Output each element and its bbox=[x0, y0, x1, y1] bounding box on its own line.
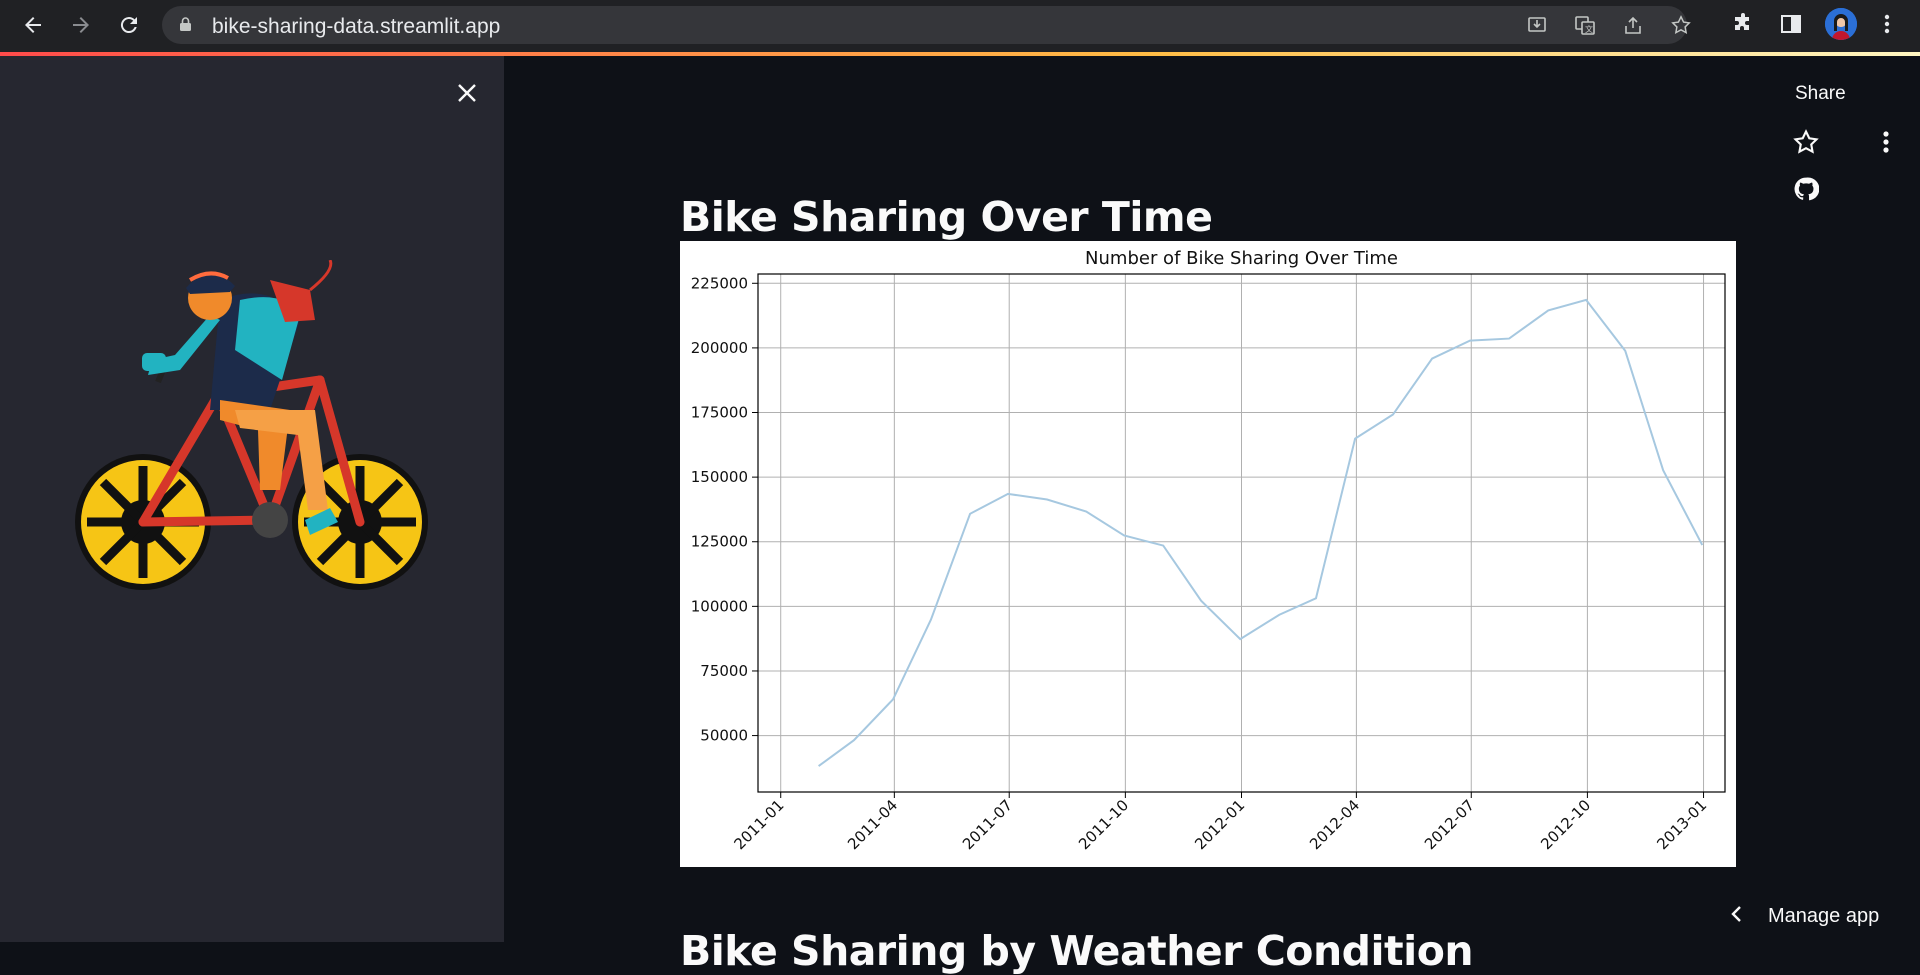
y-tick-label: 50000 bbox=[700, 727, 748, 745]
y-tick-label: 150000 bbox=[691, 468, 748, 486]
share-button[interactable]: Share bbox=[1795, 83, 1846, 105]
back-arrow-icon[interactable] bbox=[18, 10, 48, 40]
more-vert-icon[interactable] bbox=[1876, 128, 1896, 156]
manage-app-button[interactable]: Manage app bbox=[1730, 903, 1879, 929]
manage-app-label: Manage app bbox=[1768, 904, 1880, 927]
x-tick-label: 2013-01 bbox=[1653, 796, 1710, 853]
series-line bbox=[818, 298, 1704, 767]
svg-text:文: 文 bbox=[1585, 24, 1593, 34]
reload-icon[interactable] bbox=[114, 10, 144, 40]
x-tick-label: 2011-04 bbox=[844, 796, 901, 853]
x-tick-label: 2012-07 bbox=[1421, 796, 1478, 853]
y-tick-label: 75000 bbox=[700, 662, 748, 680]
translate-icon[interactable]: 文 bbox=[1574, 14, 1596, 36]
lock-icon bbox=[180, 17, 191, 31]
page-title: Bike Sharing Over Time bbox=[680, 193, 1213, 242]
x-tick-label: 2012-01 bbox=[1191, 796, 1248, 853]
browser-toolbar: bike-sharing-data.streamlit.app 文 bbox=[0, 0, 1920, 56]
x-tick-label: 2012-10 bbox=[1537, 796, 1594, 853]
y-tick-label: 200000 bbox=[691, 339, 748, 357]
github-icon[interactable] bbox=[1793, 176, 1820, 202]
profile-avatar[interactable] bbox=[1825, 8, 1857, 40]
chevron-left-icon bbox=[1730, 903, 1742, 929]
url-text: bike-sharing-data.streamlit.app bbox=[212, 15, 501, 38]
install-icon[interactable] bbox=[1526, 14, 1548, 36]
y-tick-label: 225000 bbox=[691, 274, 748, 292]
extensions-icon[interactable] bbox=[1730, 12, 1756, 38]
x-tick-label: 2011-07 bbox=[959, 796, 1016, 853]
line-chart: Number of Bike Sharing Over Time 50000 750… bbox=[680, 241, 1736, 867]
x-tick-label: 2011-10 bbox=[1075, 796, 1132, 853]
forward-arrow-icon[interactable] bbox=[66, 10, 96, 40]
x-tick-label: 2011-01 bbox=[730, 796, 787, 853]
chart-title: Number of Bike Sharing Over Time bbox=[1085, 248, 1398, 269]
close-icon[interactable] bbox=[452, 80, 482, 110]
cyclist-illustration bbox=[75, 260, 428, 590]
address-bar[interactable]: bike-sharing-data.streamlit.app 文 bbox=[162, 6, 1691, 44]
star-icon[interactable] bbox=[1792, 128, 1820, 156]
bookmark-star-icon[interactable] bbox=[1670, 14, 1692, 36]
chrome-menu-icon[interactable] bbox=[1874, 12, 1900, 38]
chart-svg: Number of Bike Sharing Over Time 50000 750… bbox=[691, 248, 1726, 853]
y-tick-label: 175000 bbox=[691, 404, 748, 422]
x-tick-label: 2012-04 bbox=[1306, 796, 1363, 853]
side-panel-icon[interactable] bbox=[1778, 12, 1804, 38]
share-icon[interactable] bbox=[1622, 14, 1644, 36]
y-tick-label: 100000 bbox=[691, 597, 748, 615]
section-title-weather: Bike Sharing by Weather Condition bbox=[680, 927, 1474, 975]
y-tick-label: 125000 bbox=[691, 533, 748, 551]
